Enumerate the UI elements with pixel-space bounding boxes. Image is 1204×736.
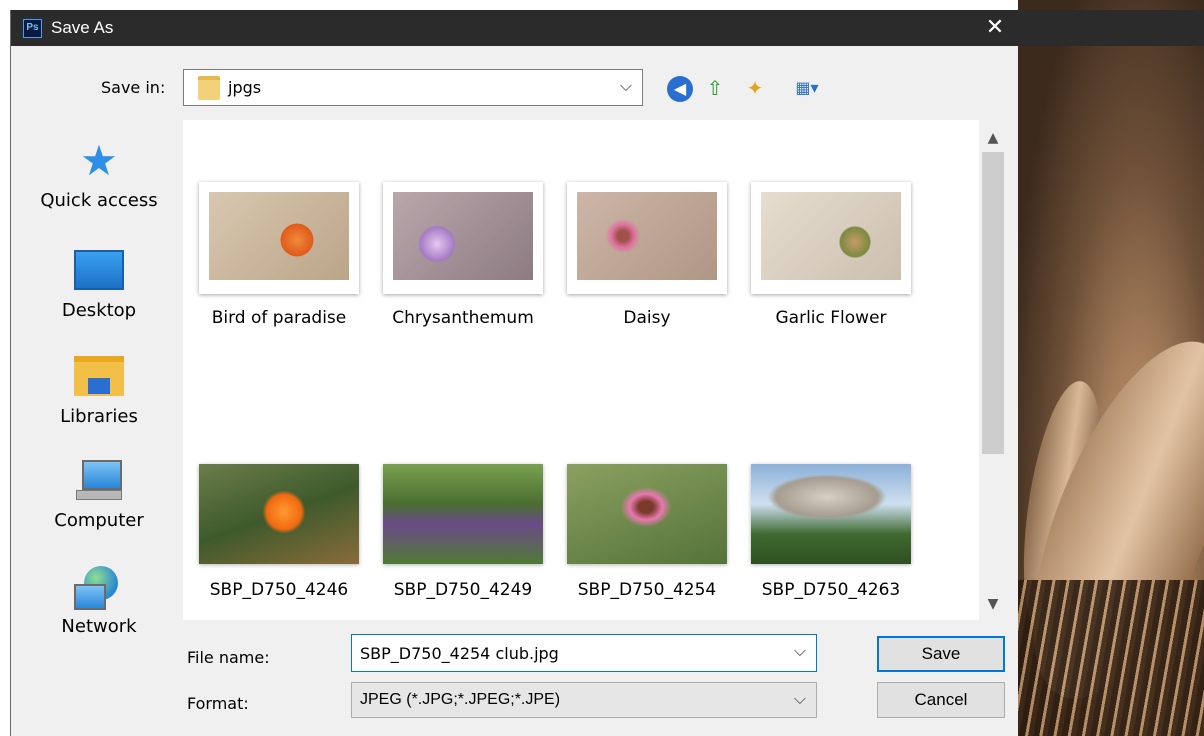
file-name-label: File name:: [187, 648, 270, 667]
save-in-dropdown[interactable]: jpgs ⌵: [183, 69, 643, 106]
file-thumbnail: [383, 182, 543, 294]
file-thumbnail: [751, 182, 911, 294]
place-label: Quick access: [40, 190, 158, 211]
file-list: Bird of paradise Chrysanthemum Daisy Gar…: [183, 120, 979, 620]
file-thumbnail: [567, 182, 727, 294]
background-photo: [992, 0, 1204, 736]
computer-icon: [74, 460, 124, 504]
save-as-dialog: Ps Save As ✕ Save in: jpgs ⌵ ◀ ⇧ ✦ ▦▾ ★ …: [10, 10, 1019, 736]
place-label: Libraries: [60, 406, 138, 427]
scroll-down-icon[interactable]: ▼: [979, 590, 1007, 618]
place-quick-access[interactable]: ★ Quick access: [19, 136, 179, 212]
file-thumbnail: [751, 464, 911, 564]
file-thumbnail: [567, 464, 727, 564]
close-button[interactable]: ✕: [971, 10, 1019, 46]
dialog-title: Save As: [51, 18, 114, 37]
chevron-down-icon: ⌵: [619, 76, 632, 95]
format-value: JPEG (*.JPG;*.JPEG;*.JPE): [360, 691, 561, 708]
list-item[interactable]: SBP_D750_4249: [375, 464, 551, 600]
file-thumbnail: [383, 464, 543, 564]
network-icon: [74, 566, 124, 610]
file-name: Bird of paradise: [211, 308, 347, 328]
back-icon[interactable]: ◀: [667, 76, 693, 102]
file-thumbnail: [199, 464, 359, 564]
scroll-up-icon[interactable]: ▲: [979, 124, 1007, 152]
save-in-label: Save in:: [101, 78, 166, 97]
folder-icon: [198, 76, 220, 100]
libraries-icon: [74, 356, 124, 396]
scroll-thumb[interactable]: [982, 152, 1004, 454]
file-name-value: SBP_D750_4254 club.jpg: [360, 644, 559, 663]
up-folder-icon[interactable]: ⇧: [701, 74, 729, 102]
save-button[interactable]: Save: [877, 636, 1005, 672]
list-item[interactable]: Garlic Flower: [743, 182, 919, 328]
file-name: Daisy: [623, 308, 671, 328]
file-name: SBP_D750_4246: [209, 580, 349, 600]
photoshop-icon: Ps: [23, 19, 42, 38]
background-strip: [1018, 10, 1204, 46]
background-flower-center: [1018, 580, 1204, 736]
cancel-button[interactable]: Cancel: [877, 682, 1005, 718]
format-dropdown[interactable]: JPEG (*.JPG;*.JPEG;*.JPE) ⌵: [351, 682, 817, 718]
place-computer[interactable]: Computer: [19, 460, 179, 531]
place-network[interactable]: Network: [19, 566, 179, 637]
list-item[interactable]: Bird of paradise: [191, 182, 367, 328]
list-item[interactable]: SBP_D750_4263: [743, 464, 919, 600]
file-name: SBP_D750_4249: [393, 580, 533, 600]
desktop-icon: [74, 250, 124, 290]
new-folder-icon[interactable]: ✦: [741, 74, 769, 102]
file-name: Chrysanthemum: [392, 308, 534, 328]
place-desktop[interactable]: Desktop: [19, 250, 179, 321]
format-label: Format:: [187, 694, 249, 713]
file-name: SBP_D750_4254: [577, 580, 717, 600]
file-name: SBP_D750_4263: [761, 580, 901, 600]
place-label: Network: [61, 616, 137, 637]
place-label: Computer: [54, 510, 144, 531]
view-menu-icon[interactable]: ▦▾: [785, 74, 829, 102]
star-icon: ★: [80, 136, 118, 185]
list-item[interactable]: Daisy: [559, 182, 735, 328]
save-in-value: jpgs: [228, 78, 262, 97]
place-label: Desktop: [61, 300, 137, 321]
file-name: Garlic Flower: [775, 308, 887, 328]
chevron-down-icon: ⌵: [793, 689, 806, 708]
place-libraries[interactable]: Libraries: [19, 356, 179, 427]
file-name-field[interactable]: SBP_D750_4254 club.jpg ⌵: [351, 634, 817, 672]
file-thumbnail: [199, 182, 359, 294]
chevron-down-icon[interactable]: ⌵: [794, 641, 806, 661]
title-bar: Ps Save As ✕: [11, 10, 1019, 46]
vertical-scrollbar[interactable]: ▲ ▼: [979, 120, 1007, 620]
places-bar: ★ Quick access Desktop Libraries Compute…: [19, 120, 179, 680]
list-item[interactable]: SBP_D750_4254: [559, 464, 735, 600]
list-item[interactable]: SBP_D750_4246: [191, 464, 367, 600]
list-item[interactable]: Chrysanthemum: [375, 182, 551, 328]
